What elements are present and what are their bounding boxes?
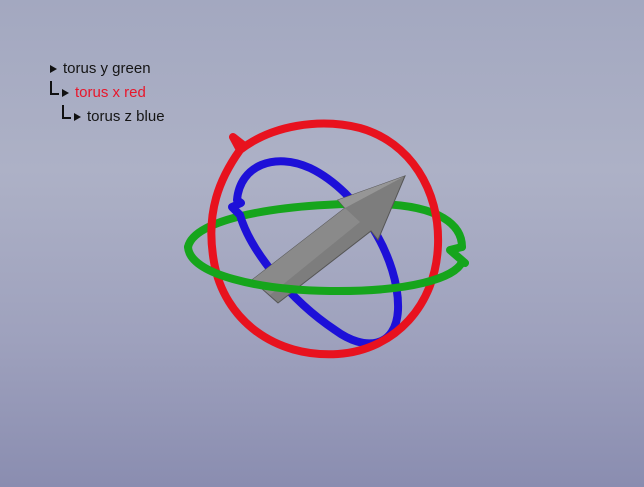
gimbal-scene: [184, 119, 469, 359]
3d-viewport[interactable]: torus y green torus x red torus z blue: [0, 0, 644, 487]
